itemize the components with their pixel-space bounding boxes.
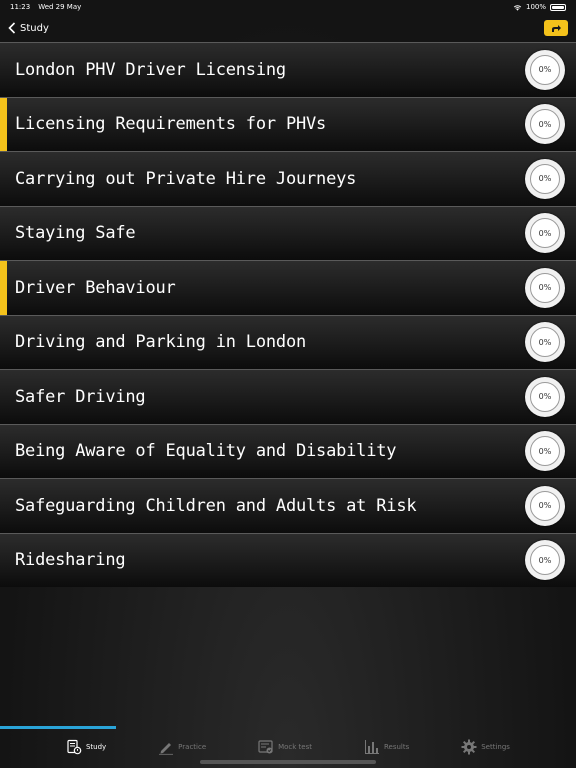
topic-progress-badge: 0% xyxy=(525,267,565,308)
topic-highlight-bar xyxy=(0,97,7,151)
topic-progress-badge: 0% xyxy=(525,158,565,199)
topic-row[interactable]: Safer Driving 0% xyxy=(0,369,576,424)
topic-row[interactable]: London PHV Driver Licensing 0% xyxy=(0,42,576,97)
topic-title: Staying Safe xyxy=(15,223,136,244)
tab-study[interactable]: Study xyxy=(66,739,106,755)
topic-title: Driving and Parking in London xyxy=(15,332,307,353)
topic-progress-value: 0% xyxy=(530,109,560,140)
topic-progress-value: 0% xyxy=(530,436,560,467)
topic-progress-badge: 0% xyxy=(525,540,565,581)
back-button[interactable]: Study xyxy=(8,22,49,34)
topic-progress-badge: 0% xyxy=(525,485,565,526)
topic-row[interactable]: Carrying out Private Hire Journeys 0% xyxy=(0,151,576,206)
tab-results-label: Results xyxy=(383,743,410,751)
tab-bar: Study Practice Mock test Results Setting… xyxy=(0,726,576,768)
tab-active-indicator xyxy=(0,726,116,729)
tab-practice-label: Practice xyxy=(178,743,207,751)
topic-progress-badge: 0% xyxy=(525,49,565,90)
status-bar: 11:23 Wed 29 May 100% xyxy=(0,0,576,14)
topic-title: Driver Behaviour xyxy=(15,277,176,298)
topic-highlight-bar xyxy=(0,261,7,315)
topic-progress-value: 0% xyxy=(530,54,560,85)
topic-row[interactable]: Driver Behaviour 0% xyxy=(0,260,576,315)
tab-settings-label: Settings xyxy=(481,743,510,751)
topic-title: London PHV Driver Licensing xyxy=(15,59,286,80)
topic-progress-value: 0% xyxy=(530,327,560,358)
status-time: 11:23 xyxy=(10,3,31,11)
battery-icon xyxy=(550,3,566,11)
topic-progress-value: 0% xyxy=(530,272,560,303)
topic-title: Carrying out Private Hire Journeys xyxy=(15,168,357,189)
topic-row[interactable]: Ridesharing 0% xyxy=(0,532,576,587)
topic-row[interactable]: Safeguarding Children and Adults at Risk… xyxy=(0,478,576,533)
topic-list: London PHV Driver Licensing 0% Licensing R… xyxy=(0,42,576,587)
bar-chart-icon xyxy=(364,740,379,754)
tab-mock-test[interactable]: Mock test xyxy=(258,739,312,755)
mock-test-icon xyxy=(258,740,273,754)
share-button[interactable] xyxy=(544,20,568,36)
topic-title: Ridesharing xyxy=(15,550,126,571)
topic-title: Safer Driving xyxy=(15,386,146,407)
tab-practice[interactable]: Practice xyxy=(158,739,206,755)
pencil-icon xyxy=(159,743,174,755)
topic-row[interactable]: Staying Safe 0% xyxy=(0,205,576,260)
topic-progress-badge: 0% xyxy=(525,376,565,417)
topic-progress-value: 0% xyxy=(530,490,560,521)
topic-progress-value: 0% xyxy=(530,545,560,576)
status-date: Wed 29 May xyxy=(38,3,82,11)
topic-progress-badge: 0% xyxy=(525,213,565,254)
topic-progress-badge: 0% xyxy=(525,431,565,472)
gear-icon xyxy=(461,739,477,755)
tab-study-label: Study xyxy=(85,743,107,751)
topic-progress-value: 0% xyxy=(530,218,560,249)
home-indicator xyxy=(200,760,376,764)
topic-progress-badge: 0% xyxy=(525,322,565,363)
tab-settings[interactable]: Settings xyxy=(461,739,510,755)
topic-progress-badge: 0% xyxy=(525,104,565,145)
topic-title: Safeguarding Children and Adults at Risk xyxy=(15,495,417,516)
study-icon xyxy=(67,739,82,755)
topic-row[interactable]: Being Aware of Equality and Disability 0% xyxy=(0,423,576,478)
back-label: Study xyxy=(20,22,49,34)
wifi-icon xyxy=(513,4,522,11)
topic-progress-value: 0% xyxy=(530,163,560,194)
topic-title: Being Aware of Equality and Disability xyxy=(15,441,397,462)
battery-percent: 100% xyxy=(525,3,546,11)
tab-results[interactable]: Results xyxy=(364,739,409,755)
share-arrow-icon xyxy=(552,25,561,32)
topic-row[interactable]: Driving and Parking in London 0% xyxy=(0,314,576,369)
chevron-left-icon xyxy=(8,22,16,34)
nav-bar: Study xyxy=(0,14,576,42)
topic-progress-value: 0% xyxy=(530,381,560,412)
tab-mock-test-label: Mock test xyxy=(278,743,313,751)
topic-row[interactable]: Licensing Requirements for PHVs 0% xyxy=(0,96,576,151)
topic-title: Licensing Requirements for PHVs xyxy=(15,114,327,135)
